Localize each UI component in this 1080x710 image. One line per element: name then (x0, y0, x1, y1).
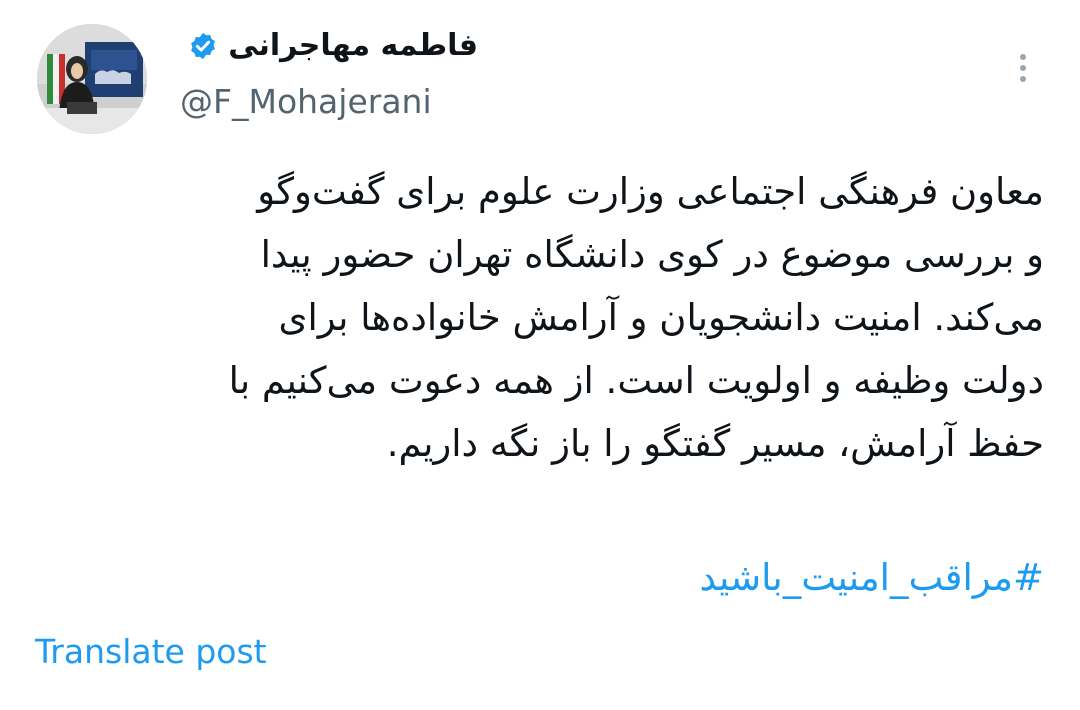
post-text-line: معاون فرهنگی اجتماعی وزارت علوم برای گفت… (257, 170, 1044, 213)
post-text: معاون فرهنگی اجتماعی وزارت علوم برای گفت… (44, 160, 1044, 475)
author-display-name: فاطمه مهاجرانی (228, 28, 478, 63)
more-options-button[interactable] (1005, 48, 1041, 88)
author-handle[interactable]: @F_Mohajerani (180, 82, 432, 121)
more-vertical-icon-dot (1020, 65, 1026, 71)
post-text-line: حفظ آرامش، مسیر گفتگو را باز نگه داریم. (386, 422, 1044, 465)
verified-badge-icon (191, 32, 216, 59)
avatar-image (37, 24, 147, 134)
translate-post-link[interactable]: Translate post (35, 632, 267, 671)
post-card: فاطمه مهاجرانی @F_Mohajerani معاون فرهنگ… (0, 0, 1080, 710)
post-text-line: دولت وظیفه و اولویت است. از همه دعوت می‌… (228, 359, 1044, 402)
avatar[interactable] (37, 24, 147, 134)
author-name-row[interactable]: فاطمه مهاجرانی (188, 28, 478, 63)
more-vertical-icon-dot (1020, 76, 1026, 82)
post-text-line: و بررسی موضوع در کوی دانشگاه تهران حضور … (260, 233, 1044, 276)
more-vertical-icon-dot (1020, 54, 1026, 60)
post-text-line: می‌کند. امنیت دانشجویان و آرامش خانواده‌… (278, 296, 1044, 339)
hashtag-link[interactable]: #مراقب_امنیت_باشید (700, 546, 1044, 609)
